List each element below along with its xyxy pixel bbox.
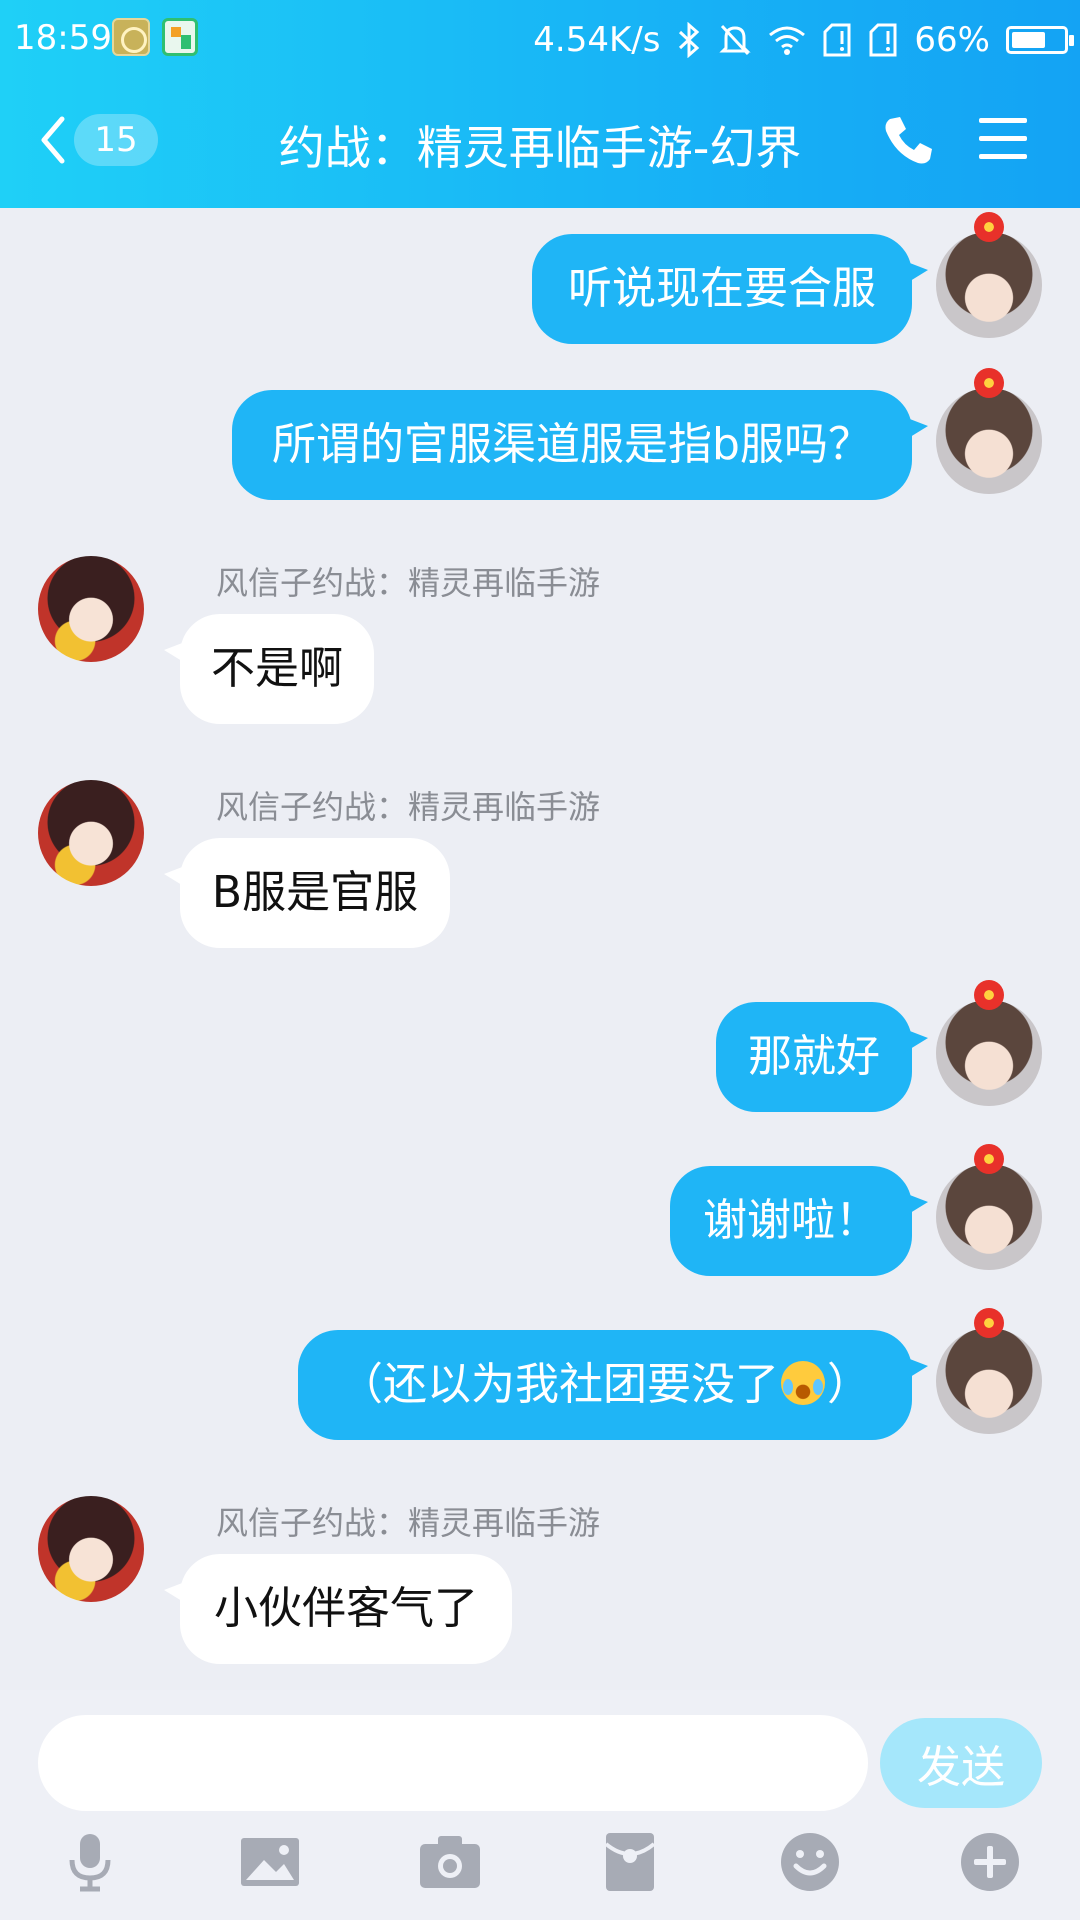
unread-count-badge: 15 [74, 114, 158, 166]
message-bubble[interactable]: 所谓的官服渠道服是指b服吗？ [232, 390, 928, 500]
sim-signal-icon [822, 22, 852, 58]
chat-message-list[interactable]: 听说现在要合服 所谓的官服渠道服是指b服吗？ 风信子约战：精灵再临手游 不是啊 … [0, 208, 1080, 1690]
flower-decoration-icon [974, 368, 1004, 398]
flower-decoration-icon [974, 1308, 1004, 1338]
send-button[interactable]: 发送 [880, 1718, 1042, 1808]
sender-name: 风信子约战：精灵再临手游 [216, 564, 601, 602]
status-time: 18:59 [14, 18, 112, 58]
chat-header: 18:59 4.54K/s 66% 15 约战：精灵再临手游-幻界 [0, 0, 1080, 208]
tears-of-joy-emoji-icon [781, 1361, 825, 1405]
my-avatar[interactable] [936, 1000, 1042, 1106]
chat-title: 约战：精灵再临手游-幻界 [278, 121, 802, 175]
message-bubble[interactable]: 那就好 [716, 1002, 928, 1112]
composer-bar: 发送 [0, 1690, 1080, 1920]
mute-bell-icon [718, 22, 752, 58]
message-bubble[interactable]: B服是官服 [164, 838, 450, 948]
message-bubble[interactable]: 听说现在要合服 [532, 234, 928, 344]
battery-icon [1006, 26, 1074, 54]
sender-avatar[interactable] [38, 556, 144, 662]
wifi-icon [768, 24, 806, 56]
phone-icon[interactable] [880, 113, 936, 169]
message-bubble[interactable]: 谢谢啦！ [670, 1166, 928, 1276]
bluetooth-icon [676, 22, 702, 58]
message-bubble[interactable]: 不是啊 [164, 614, 374, 724]
back-button[interactable]: 15 [38, 110, 168, 170]
camera-icon[interactable] [418, 1830, 482, 1894]
my-avatar[interactable] [936, 388, 1042, 494]
menu-icon[interactable] [978, 114, 1028, 164]
status-bar: 18:59 4.54K/s 66% [0, 0, 1080, 78]
sender-avatar[interactable] [38, 1496, 144, 1602]
plus-icon[interactable] [958, 1830, 1022, 1894]
message-bubble[interactable]: 小伙伴客气了 [164, 1554, 512, 1664]
message-bubble[interactable]: （还以为我社团要没了 ） [298, 1330, 928, 1440]
red-packet-icon[interactable] [598, 1830, 662, 1894]
network-speed: 4.54K/s [533, 20, 661, 60]
image-icon[interactable] [238, 1830, 302, 1894]
sender-avatar[interactable] [38, 780, 144, 886]
sender-name: 风信子约战：精灵再临手游 [216, 1504, 601, 1542]
sender-name: 风信子约战：精灵再临手游 [216, 788, 601, 826]
my-avatar[interactable] [936, 232, 1042, 338]
battery-percent: 66% [914, 20, 990, 60]
notification-app-icon-2 [162, 18, 198, 56]
flower-decoration-icon [974, 980, 1004, 1010]
microphone-icon[interactable] [58, 1830, 122, 1894]
message-input[interactable] [38, 1715, 868, 1811]
my-avatar[interactable] [936, 1164, 1042, 1270]
back-chevron-icon [38, 115, 68, 165]
flower-decoration-icon [974, 1144, 1004, 1174]
my-avatar[interactable] [936, 1328, 1042, 1434]
message-text-end: ） [827, 1359, 871, 1410]
sim-signal-icon-2 [868, 22, 898, 58]
message-text: （还以为我社团要没了 [339, 1359, 779, 1410]
flower-decoration-icon [974, 212, 1004, 242]
emoji-icon[interactable] [778, 1830, 842, 1894]
notification-app-icon [112, 18, 150, 56]
